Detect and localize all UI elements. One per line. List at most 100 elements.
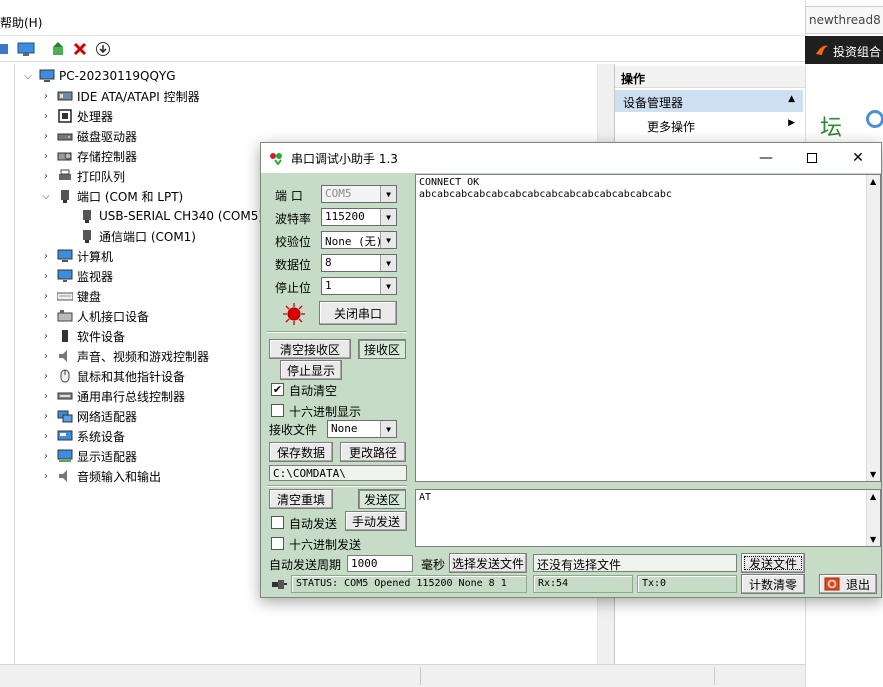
stopbits-label: 停止位 (275, 281, 312, 295)
tree-category-item[interactable]: › 计算机 (39, 246, 113, 266)
expand-chevron-icon[interactable]: › (39, 111, 53, 122)
actions-item-device-manager[interactable]: 设备管理器 ▲ (615, 90, 803, 112)
hex-display-checkbox[interactable] (271, 404, 284, 417)
tree-root[interactable]: ⌵ PC-20230119QQYG (21, 66, 175, 86)
period-input[interactable]: 1000 (347, 555, 413, 572)
tree-category-item[interactable]: › 软件设备 (39, 326, 125, 346)
change-path-button[interactable]: 更改路径 (340, 442, 406, 462)
tree-category-item[interactable]: › 人机接口设备 (39, 306, 149, 326)
tree-category-item[interactable]: ⌵ 端口 (COM 和 LPT) (39, 186, 183, 206)
collapse-up-icon[interactable]: ▲ (788, 94, 795, 104)
dropdown-arrow-icon: ▼ (380, 421, 396, 437)
tree-child-item[interactable]: 通信端口 (COM1) (75, 226, 196, 246)
manual-send-button[interactable]: 手动发送 (345, 511, 407, 531)
mouse-icon (60, 369, 70, 383)
parity-label: 校验位 (275, 235, 312, 249)
tree-category-item[interactable]: › 系统设备 (39, 426, 125, 446)
stop-display-button[interactable]: 停止显示 (280, 360, 342, 380)
collapse-chevron-icon[interactable]: ⌵ (21, 71, 35, 82)
tree-category-item[interactable]: › IDE ATA/ATAPI 控制器 (39, 86, 200, 106)
rx-file-select[interactable]: None ▼ (327, 420, 397, 438)
auto-clear-checkbox[interactable]: ✔ (271, 383, 284, 396)
tree-child-item[interactable]: USB-SERIAL CH340 (COM5) (75, 206, 263, 226)
expand-chevron-icon[interactable]: › (39, 291, 53, 302)
tree-item-label: 显示适配器 (77, 449, 138, 464)
system-device-icon (57, 430, 73, 441)
menu-help[interactable]: 帮助(H) (0, 14, 42, 31)
receive-scrollbar[interactable]: ▲ ▼ (866, 175, 880, 481)
expand-chevron-icon[interactable]: › (39, 371, 53, 382)
auto-send-checkbox[interactable] (271, 516, 284, 529)
save-path-field[interactable]: C:\COMDATA\ (269, 465, 407, 481)
close-icon: ✕ (852, 150, 864, 166)
count-clear-button[interactable]: 计数清零 (741, 574, 805, 594)
send-scrollbar[interactable]: ▲ ▼ (866, 490, 880, 546)
baud-select[interactable]: 115200 ▼ (321, 208, 397, 226)
expand-chevron-icon[interactable]: › (39, 151, 53, 162)
send-file-button[interactable]: 发送文件 (741, 553, 805, 573)
expand-chevron-icon[interactable]: › (39, 351, 53, 362)
scroll-up-icon[interactable]: ▲ (870, 177, 876, 186)
expand-chevron-icon[interactable]: › (39, 171, 53, 182)
clear-rx-button[interactable]: 清空接收区 (269, 339, 351, 359)
background-tab[interactable]: newthread8 (805, 6, 883, 34)
processor-icon (58, 109, 72, 123)
clear-resend-button[interactable]: 清空重填 (269, 489, 333, 509)
baud-value: 115200 (325, 210, 365, 223)
expand-chevron-icon[interactable]: › (39, 91, 53, 102)
tree-category-item[interactable]: › 处理器 (39, 106, 113, 126)
scroll-down-icon[interactable]: ▼ (870, 470, 876, 479)
save-data-button[interactable]: 保存数据 (269, 442, 333, 462)
sound-icon (59, 350, 67, 362)
close-button[interactable]: ✕ (835, 143, 881, 173)
databits-select[interactable]: 8 ▼ (321, 254, 397, 272)
tree-category-item[interactable]: › 监视器 (39, 266, 113, 286)
scroll-up-icon[interactable]: ▲ (870, 492, 876, 501)
expand-chevron-icon[interactable]: › (39, 251, 53, 262)
stopbits-select[interactable]: 1 ▼ (321, 277, 397, 295)
rx-area-button[interactable]: 接收区 (358, 339, 406, 359)
tree-category-item[interactable]: › 显示适配器 (39, 446, 137, 466)
tree-category-item[interactable]: › 音频输入和输出 (39, 466, 161, 486)
select-file-button[interactable]: 选择发送文件 (449, 553, 527, 573)
hid-icon (57, 310, 73, 322)
tree-category-item[interactable]: › 通用串行总线控制器 (39, 386, 185, 406)
tx-area-button[interactable]: 发送区 (358, 489, 406, 509)
expand-chevron-icon[interactable]: › (39, 451, 53, 462)
expand-chevron-icon[interactable]: › (39, 331, 53, 342)
expand-chevron-icon[interactable]: › (39, 311, 53, 322)
tree-category-item[interactable]: › 存储控制器 (39, 146, 137, 166)
expand-chevron-icon[interactable]: › (39, 131, 53, 142)
expand-chevron-icon[interactable]: › (39, 471, 53, 482)
expand-chevron-icon[interactable]: › (39, 271, 53, 282)
receive-textarea[interactable]: CONNECT OK abcabcabcabcabcabcabcabcabcab… (415, 174, 881, 482)
minimize-button[interactable]: — (743, 143, 789, 173)
collapse-chevron-icon[interactable]: ⌵ (39, 191, 53, 202)
actions-header: 操作 (615, 66, 805, 88)
exit-button[interactable]: 退出 (819, 574, 877, 594)
tree-category-item[interactable]: › 声音、视频和游戏控制器 (39, 346, 209, 366)
tree-category-item[interactable]: › 网络适配器 (39, 406, 137, 426)
expand-chevron-icon[interactable]: › (39, 431, 53, 442)
send-textarea[interactable]: AT (415, 489, 881, 547)
scan-hardware-icon[interactable] (93, 39, 113, 59)
scroll-down-icon[interactable]: ▼ (870, 535, 876, 544)
uninstall-x-icon[interactable] (70, 39, 90, 59)
list-view-icon[interactable] (0, 39, 14, 59)
close-port-button[interactable]: 关闭串口 (319, 301, 397, 325)
tree-category-item[interactable]: › 打印队列 (39, 166, 125, 186)
tx-counter: Tx:0 (637, 575, 737, 593)
tree-category-item[interactable]: › 鼠标和其他指针设备 (39, 366, 185, 386)
actions-item-more[interactable]: 更多操作 ▶ (615, 114, 803, 136)
tree-category-item[interactable]: › 键盘 (39, 286, 101, 306)
hex-send-checkbox[interactable] (271, 537, 284, 550)
maximize-button[interactable] (789, 143, 835, 173)
expand-chevron-icon[interactable]: › (39, 411, 53, 422)
tree-item-label: 人机接口设备 (77, 309, 150, 324)
update-driver-icon[interactable] (48, 39, 68, 59)
monitor-properties-icon[interactable] (16, 39, 36, 59)
tree-category-item[interactable]: › 磁盘驱动器 (39, 126, 137, 146)
port-select[interactable]: COM5 ▼ (321, 185, 397, 203)
parity-select[interactable]: None (无) ▼ (321, 231, 397, 249)
expand-chevron-icon[interactable]: › (39, 391, 53, 402)
